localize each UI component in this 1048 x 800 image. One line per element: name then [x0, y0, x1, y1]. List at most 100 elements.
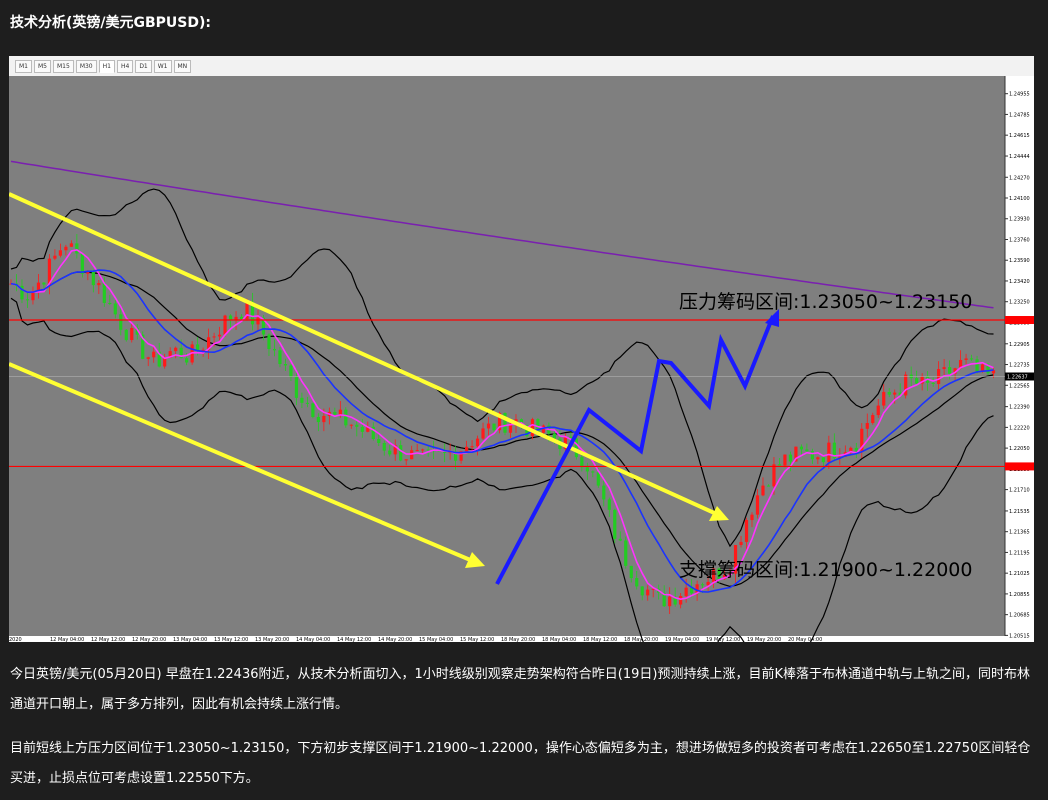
candle-body: [355, 424, 359, 427]
candle-body: [640, 586, 644, 596]
candle-body: [305, 402, 309, 404]
candle-body: [475, 438, 480, 447]
candle-body: [668, 596, 672, 607]
candle-body: [278, 350, 282, 365]
tab-m1[interactable]: M1: [15, 60, 32, 73]
candle-body: [750, 514, 754, 521]
candle-body: [854, 447, 858, 451]
y-tick-label: 1.22565: [1009, 383, 1030, 389]
y-tick-label: 1.21710: [1009, 488, 1030, 494]
candle-body: [865, 423, 869, 429]
candle-body: [75, 243, 79, 254]
candle-body: [646, 589, 650, 596]
candle-body: [882, 391, 886, 406]
candle-body: [239, 316, 244, 320]
candle-body: [980, 364, 985, 372]
candle-body: [283, 364, 288, 366]
candle-body: [333, 411, 337, 415]
candle-body: [267, 334, 271, 350]
y-tick-label: 1.22220: [1009, 425, 1030, 431]
x-tick-label: 13 May 20:00: [255, 637, 289, 642]
y-tick-label: 1.21365: [1009, 530, 1030, 536]
candle-body: [761, 485, 765, 496]
candle-body: [410, 450, 414, 460]
candle-body: [91, 271, 95, 286]
timeframe-tabs: M1 M5 M15 M30 H1 H4 D1 W1 MN: [15, 60, 193, 73]
tab-w1[interactable]: W1: [153, 60, 172, 73]
y-tick-label: 1.20855: [1009, 592, 1030, 598]
candle-body: [338, 409, 342, 415]
tab-h1[interactable]: H1: [98, 60, 115, 73]
candle-body: [596, 472, 600, 486]
candle-body: [130, 327, 134, 341]
price-chart: 1.24955 1.24785 1.24615 1.24444 1.24270 1.241…: [9, 76, 1034, 642]
candle-body: [481, 428, 485, 439]
candle-body: [777, 464, 782, 466]
candle-body: [799, 446, 803, 450]
candle-body: [399, 445, 403, 461]
candle-body: [613, 509, 617, 539]
candle-body: [102, 283, 106, 303]
tab-m5[interactable]: M5: [34, 60, 51, 73]
candle-body: [426, 449, 430, 451]
candle-body: [108, 302, 112, 304]
x-tick-label: 14 May 12:00: [337, 637, 371, 642]
candle-body: [530, 419, 535, 437]
candle-body: [827, 442, 831, 463]
candle-body: [964, 358, 968, 360]
analysis-paragraph-2: 目前短线上方压力区间位于1.23050~1.23150，下方初步支撑区间于1.2…: [10, 741, 1031, 786]
x-tick-label: 13 May 12:00: [214, 637, 248, 642]
candle-body: [119, 314, 123, 330]
candle-body: [443, 451, 447, 453]
tab-h4[interactable]: H4: [116, 60, 134, 73]
candle-body: [388, 450, 392, 455]
candle-body: [382, 443, 386, 451]
candle-body: [788, 454, 793, 462]
candle-body: [948, 367, 952, 374]
y-tick-label: 1.24615: [1009, 133, 1030, 139]
candle-body: [744, 520, 749, 542]
y-tick-label: 1.24100: [1009, 196, 1030, 202]
x-tick-label: 14 May 04:00: [296, 637, 330, 642]
candle-body: [415, 450, 419, 452]
resistance-zone-label: 压力筹码区间:1.23050~1.23150: [679, 291, 972, 313]
tab-m15[interactable]: M15: [53, 60, 74, 73]
x-tick-label: 19 May 12:00: [706, 637, 740, 642]
x-tick-label: 18 May 20:00: [501, 637, 535, 642]
candle-body: [212, 336, 216, 338]
current-price-label: 1.22637: [1007, 374, 1028, 380]
y-tick-label: 1.21025: [1009, 571, 1030, 577]
candle-body: [607, 499, 611, 510]
support-price-tag: [1005, 462, 1034, 471]
candle-body: [871, 415, 875, 424]
tab-m30[interactable]: M30: [75, 60, 97, 73]
candle-body: [635, 578, 639, 587]
candle-body: [316, 416, 320, 423]
candle-body: [887, 391, 891, 395]
page-title: 技术分析(英镑/美元GBPUSD):: [10, 15, 212, 31]
tab-d1[interactable]: D1: [135, 60, 152, 73]
y-tick-label: 1.24955: [1009, 92, 1030, 98]
y-tick-label: 1.23420: [1009, 279, 1030, 285]
candle-body: [618, 538, 622, 541]
candle-body: [69, 243, 73, 247]
candle-body: [492, 423, 496, 431]
x-tick-label: 2020: [9, 637, 22, 642]
candle-body: [629, 565, 633, 579]
candle-body: [421, 449, 425, 451]
candle-body: [58, 250, 62, 256]
candle-body: [113, 303, 117, 315]
candle-body: [486, 423, 491, 429]
candle-body: [53, 255, 57, 259]
x-tick-label: 18 May 12:00: [583, 637, 617, 642]
x-tick-label: 12 May 12:00: [91, 637, 125, 642]
tab-mn[interactable]: MN: [173, 60, 192, 73]
x-tick-label: 12 May 04:00: [50, 637, 84, 642]
candle-body: [975, 359, 979, 372]
candle-body: [42, 282, 46, 285]
candle-body: [344, 409, 348, 426]
candle-body: [904, 374, 908, 396]
candle-body: [289, 365, 293, 378]
candle-body: [294, 377, 299, 398]
candle-body: [470, 446, 474, 448]
